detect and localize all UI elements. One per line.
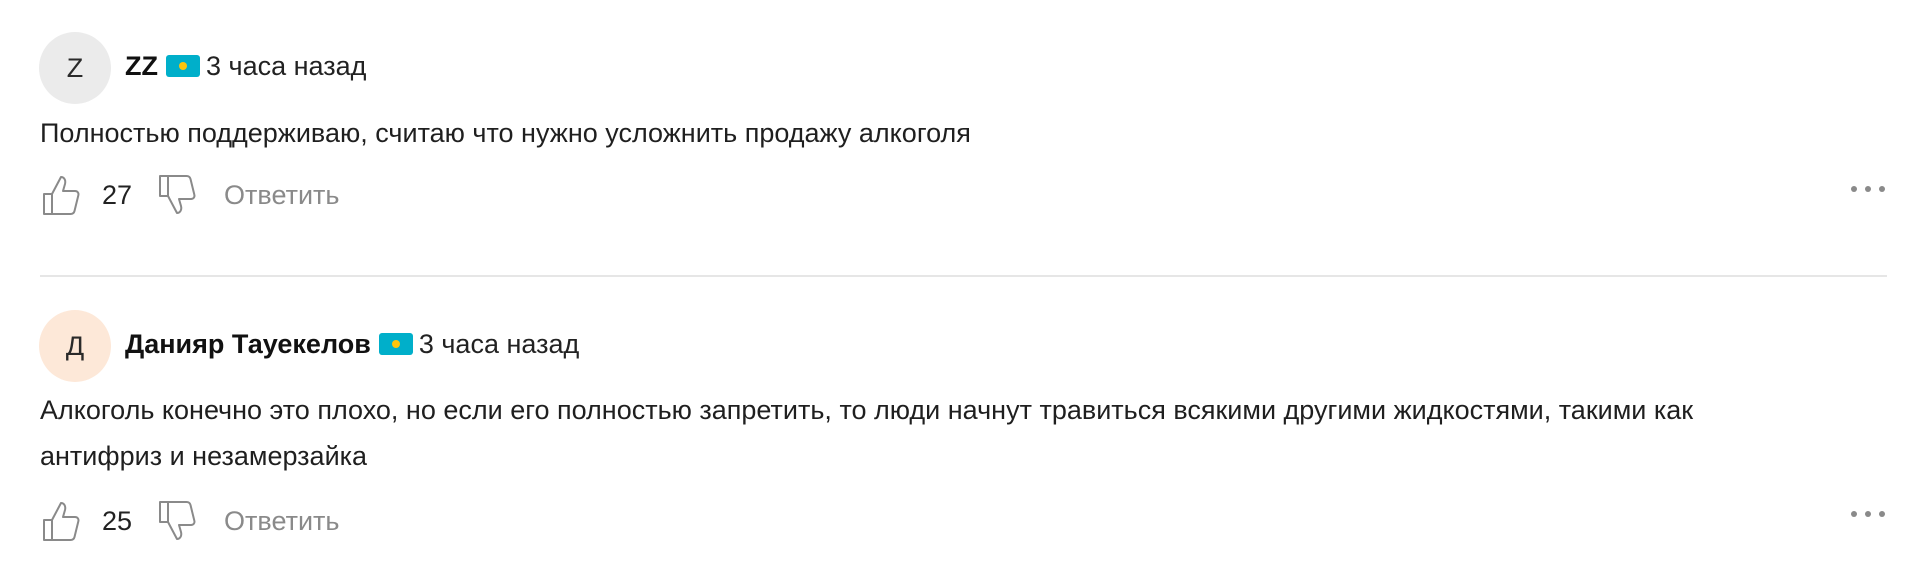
comment-time: 3 часа назад	[418, 328, 580, 359]
comment-text: Алкоголь конечно это плохо, но если его …	[40, 387, 1693, 479]
avatar-letter: Z	[66, 52, 84, 83]
thumbs-down-icon[interactable]	[156, 498, 198, 544]
comment-header: Данияр Тауекелов 3 часа назад	[125, 324, 579, 364]
kazakhstan-flag-icon	[378, 333, 413, 355]
more-options-icon[interactable]	[1851, 499, 1885, 529]
kazakhstan-flag-icon	[166, 55, 200, 77]
comment-text-line: антифриз и незамерзайка	[40, 441, 368, 471]
more-options-icon[interactable]	[1851, 174, 1885, 204]
author-name[interactable]: Данияр Тауекелов	[125, 329, 371, 360]
author-name[interactable]: ZZ	[125, 51, 158, 82]
comment-item: Д Данияр Тауекелов 3 часа назад Алкоголь…	[0, 277, 1920, 571]
avatar-letter: Д	[65, 330, 85, 361]
comment-time: 3 часа назад	[206, 50, 367, 81]
thumbs-up-icon[interactable]	[40, 498, 82, 544]
comment-actions: 27 Ответить	[40, 170, 339, 220]
comment-text-line: Алкоголь конечно это плохо, но если его …	[40, 395, 1694, 425]
avatar[interactable]: Д	[39, 310, 111, 382]
avatar[interactable]: Z	[39, 32, 111, 104]
comment-header: ZZ 3 часа назад	[125, 46, 366, 86]
like-count: 27	[102, 179, 133, 210]
comment-item: Z ZZ 3 часа назад Полностью поддерживаю,…	[0, 0, 1920, 275]
thumbs-down-icon[interactable]	[156, 172, 198, 218]
like-count: 25	[102, 505, 133, 536]
reply-button[interactable]: Ответить	[224, 180, 339, 211]
comment-text: Полностью поддерживаю, считаю что нужно …	[40, 110, 971, 156]
thumbs-up-icon[interactable]	[40, 172, 82, 218]
comment-text-line: Полностью поддерживаю, считаю что нужно …	[40, 118, 971, 148]
comment-actions: 25 Ответить	[40, 496, 339, 546]
reply-button[interactable]: Ответить	[224, 506, 339, 537]
